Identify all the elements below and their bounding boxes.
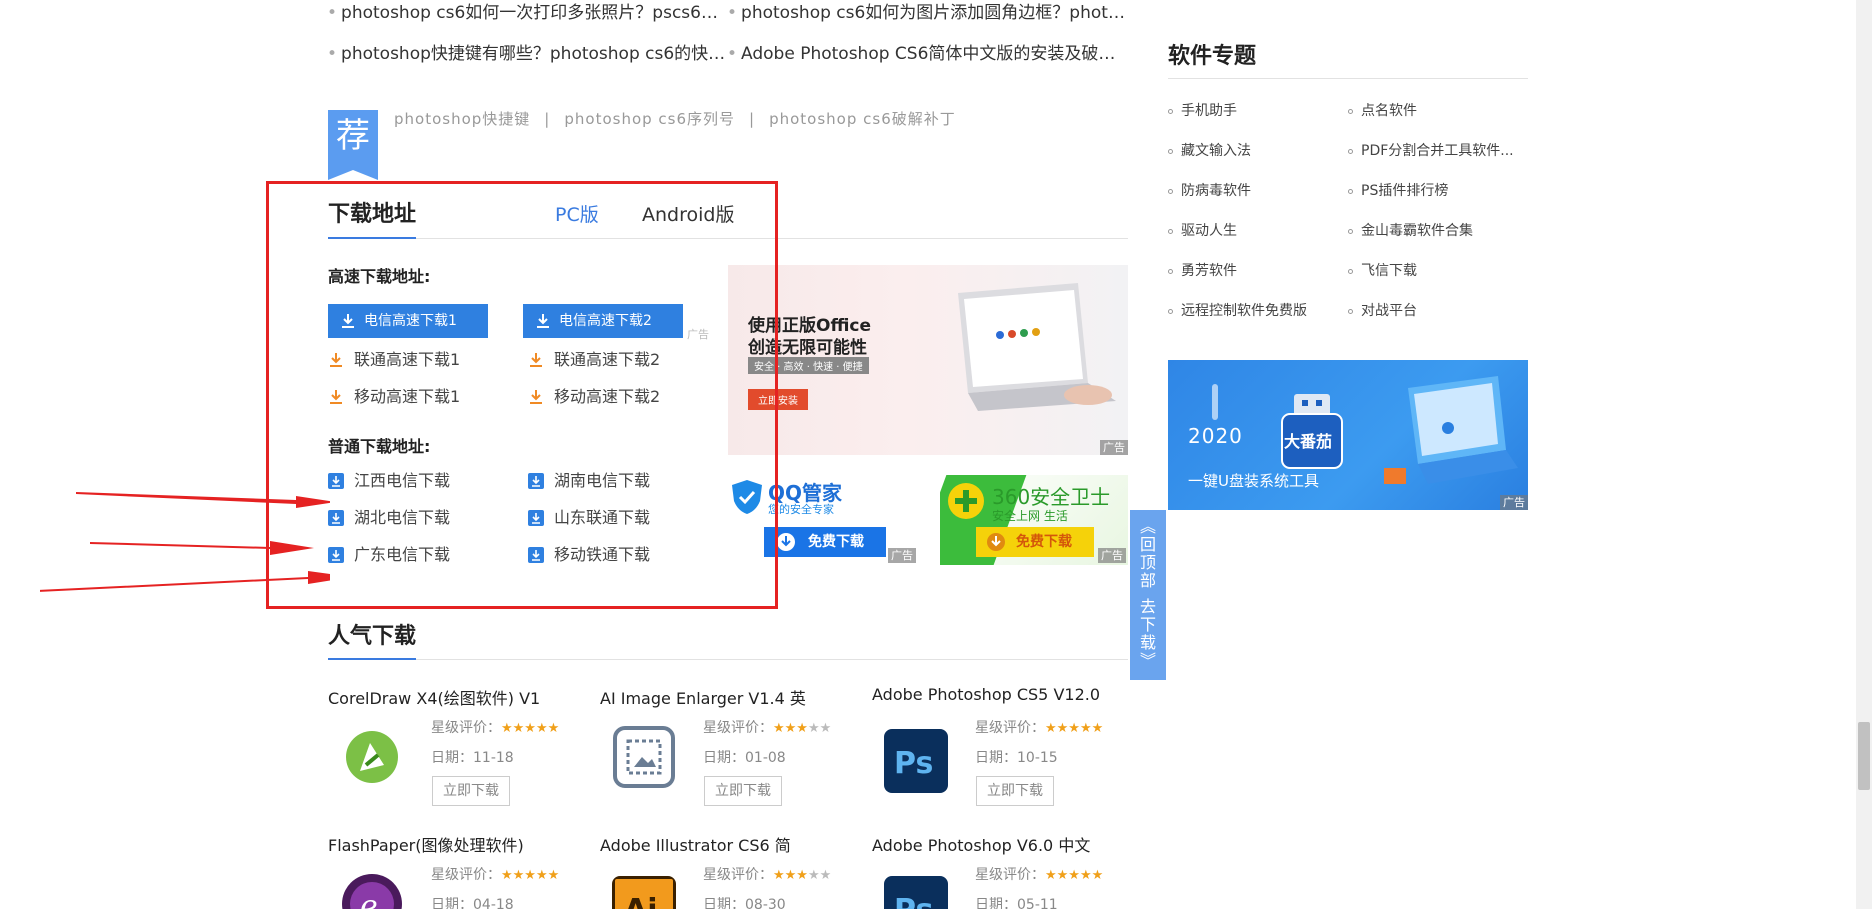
date-row: 日期：05-11 xyxy=(975,897,1058,909)
back-to-top-button[interactable]: ︽ 回顶部 xyxy=(1130,518,1166,590)
photoshop-icon[interactable]: Ps xyxy=(884,876,948,909)
go-download-button[interactable]: 去下载 ︾ xyxy=(1130,598,1166,670)
sidebar-topic-link[interactable]: PDF分割合并工具软件... xyxy=(1348,140,1514,160)
sidebar-topic-link[interactable]: 勇芳软件 xyxy=(1168,260,1237,280)
sidebar-topic-link[interactable]: 金山毒霸软件合集 xyxy=(1348,220,1473,240)
popular-item-name[interactable]: AI Image Enlarger V1.4 英 xyxy=(600,685,850,709)
scrollbar-thumb[interactable] xyxy=(1858,722,1870,790)
popular-section-title: 人气下载 xyxy=(328,624,417,649)
office-ad-banner[interactable]: 使用正版Office 创造无限可能性 安全 · 高效 · 快速 · 便捷 立即安… xyxy=(728,265,1128,455)
tag-link[interactable]: photoshop快捷键 xyxy=(394,110,530,128)
star-rating: ★★★★★ xyxy=(773,868,832,883)
rating-row: 星级评价：★★★★★ xyxy=(703,720,832,736)
sidebar-topic-link[interactable]: 手机助手 xyxy=(1168,100,1237,120)
rating-row: 星级评价：★★★★★ xyxy=(975,720,1104,736)
rating-row: 星级评价：★★★★★ xyxy=(431,720,560,736)
annotation-highlight-box xyxy=(266,181,778,609)
chevron-down-icon: ︾ xyxy=(1139,651,1156,670)
illustrator-icon[interactable]: Ai xyxy=(612,876,676,909)
coreldraw-icon[interactable] xyxy=(340,725,404,789)
annotation-arrows xyxy=(40,492,330,592)
section-divider xyxy=(328,659,1128,660)
sidebar-topic-link[interactable]: 驱动人生 xyxy=(1168,220,1237,240)
date-row: 日期：01-08 xyxy=(703,750,786,766)
sidebar-topic-link[interactable]: 远程控制软件免费版 xyxy=(1168,300,1307,320)
sidebar-topic-link[interactable]: 防病毒软件 xyxy=(1168,180,1251,200)
svg-text:Ps: Ps xyxy=(894,746,933,781)
download-icon xyxy=(777,533,795,551)
star-rating: ★★★★★ xyxy=(773,721,832,736)
download-now-button[interactable]: 立即下载 xyxy=(704,776,782,806)
rating-row: 星级评价：★★★★★ xyxy=(431,867,560,883)
360-security-ad[interactable]: 360安全卫士 安全上网 生活 免费下载 广告 xyxy=(940,475,1128,565)
popular-item-name[interactable]: Adobe Photoshop V6.0 中文 xyxy=(872,832,1122,856)
download-now-button[interactable]: 立即下载 xyxy=(432,776,510,806)
computer-illustration xyxy=(1384,376,1518,484)
recommend-tags: photoshop快捷键 | photoshop cs6序列号 | photoshop … xyxy=(394,110,956,128)
qq-free-download-button[interactable]: 免费下载 xyxy=(764,527,886,557)
image-enlarger-icon[interactable] xyxy=(612,725,676,789)
sidebar-topic-link[interactable]: 藏文输入法 xyxy=(1168,140,1251,160)
download-now-button[interactable]: 立即下载 xyxy=(976,776,1054,806)
svg-text:Ps: Ps xyxy=(894,893,933,909)
laptop-illustration xyxy=(958,283,1116,411)
date-row: 日期：08-30 xyxy=(703,897,786,909)
sidebar-topic-link[interactable]: 点名软件 xyxy=(1348,100,1417,120)
date-row: 日期：10-15 xyxy=(975,750,1058,766)
title-underline xyxy=(328,658,416,660)
svg-text:e: e xyxy=(360,889,378,909)
sidebar-topic-link[interactable]: 飞信下载 xyxy=(1348,260,1417,280)
sidebar-topic-link[interactable]: 对战平台 xyxy=(1348,300,1417,320)
tag-link[interactable]: photoshop cs6破解补丁 xyxy=(769,110,956,128)
rating-row: 星级评价：★★★★★ xyxy=(703,867,832,883)
popular-item-name[interactable]: CorelDraw X4(绘图软件) V1 xyxy=(328,685,578,709)
sidebar-topic-link[interactable]: PS插件排行榜 xyxy=(1348,180,1448,200)
popular-item-name[interactable]: FlashPaper(图像处理软件) xyxy=(328,832,578,856)
360-free-download-button[interactable]: 免费下载 xyxy=(976,527,1094,557)
plus-icon xyxy=(948,483,984,519)
related-link[interactable]: • photoshop cs6如何一次打印多张照片？pscs6一... xyxy=(327,0,727,23)
chevron-up-icon: ︽ xyxy=(1139,517,1156,536)
related-link[interactable]: • Adobe Photoshop CS6简体中文版的安装及破解... xyxy=(727,39,1127,64)
star-rating: ★★★★★ xyxy=(501,721,560,736)
section-divider xyxy=(1168,78,1528,79)
tag-link[interactable]: photoshop cs6序列号 xyxy=(564,110,735,128)
floating-nav-tab: ︽ 回顶部 去下载 ︾ xyxy=(1130,510,1166,680)
recommend-badge: 荐 xyxy=(328,110,378,180)
rating-row: 星级评价：★★★★★ xyxy=(975,867,1104,883)
photoshop-icon[interactable]: Ps xyxy=(884,729,948,793)
related-link[interactable]: • photoshop快捷键有哪些？photoshop cs6的快捷... xyxy=(327,39,727,64)
star-rating: ★★★★★ xyxy=(501,868,560,883)
star-rating: ★★★★★ xyxy=(1045,868,1104,883)
tomato-usb-ad[interactable]: 2020 大番茄 一键U盘装系统工具 广告 xyxy=(1168,360,1528,510)
svg-text:Ai: Ai xyxy=(624,893,658,909)
page-scrollbar[interactable] xyxy=(1856,0,1872,909)
date-row: 日期：04-18 xyxy=(431,897,514,909)
sidebar-title: 软件专题 xyxy=(1168,44,1257,69)
flashpaper-icon[interactable]: e xyxy=(340,872,404,909)
popular-item-name[interactable]: Adobe Illustrator CS6 简 xyxy=(600,832,850,856)
popular-item-name[interactable]: Adobe Photoshop CS5 V12.0 xyxy=(872,685,1122,704)
download-icon xyxy=(987,533,1005,551)
date-row: 日期：11-18 xyxy=(431,750,514,766)
related-link[interactable]: • photoshop cs6如何为图片添加圆角边框？photo... xyxy=(727,0,1127,23)
star-rating: ★★★★★ xyxy=(1045,721,1104,736)
